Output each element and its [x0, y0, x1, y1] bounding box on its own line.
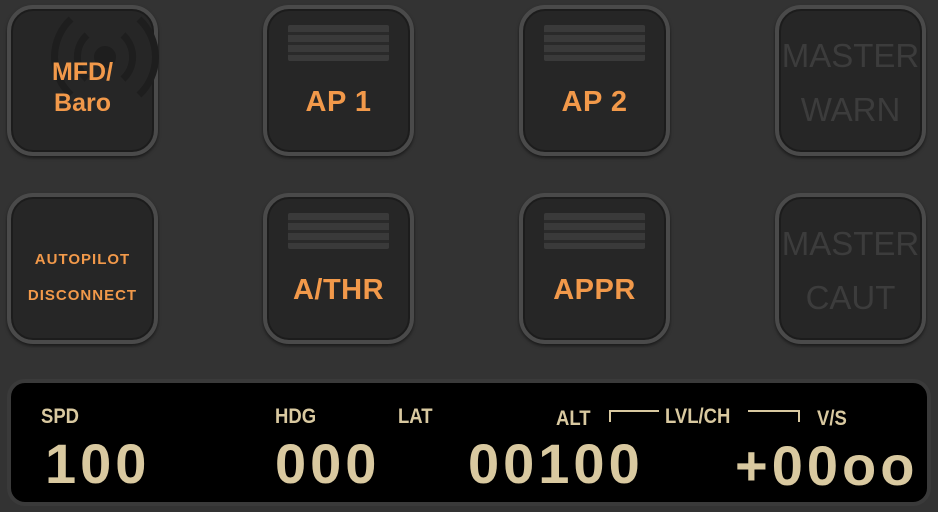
mfd-baro-label: MFD/ Baro	[11, 57, 154, 119]
appr-indicator-light	[544, 213, 645, 249]
spd-label: SPD	[41, 405, 80, 428]
lvlch-bracket-left	[609, 410, 659, 422]
appr-button[interactable]: APPR	[519, 193, 670, 344]
vs-label: V/S	[817, 407, 847, 430]
lat-label: LAT	[398, 405, 433, 428]
ap2-label: AP 2	[561, 86, 628, 118]
ap1-label: AP 1	[305, 86, 372, 118]
ap1-button[interactable]: AP 1	[263, 5, 414, 156]
spd-value: 100	[45, 432, 151, 495]
athr-indicator-light	[288, 213, 389, 249]
master-caut-label-line2: CAUT	[805, 279, 896, 316]
autopilot-disconnect-button[interactable]: AUTOPILOT DISCONNECT	[7, 193, 158, 344]
master-warn-button[interactable]: MASTER WARN	[775, 5, 926, 156]
mfd-baro-label-line2: Baro	[54, 89, 111, 117]
vs-value: +00oo	[735, 434, 919, 497]
ap1-indicator-light	[288, 25, 389, 61]
athr-button[interactable]: A/THR	[263, 193, 414, 344]
mfd-baro-button[interactable]: MFD/ Baro	[7, 5, 159, 156]
fcu-display: SPD 100 HDG LAT 000 ALT LVL/CH V/S 00100…	[7, 379, 931, 506]
autopilot-disconnect-label-line1: AUTOPILOT	[34, 251, 131, 268]
appr-label: APPR	[553, 274, 636, 306]
alt-value: 00100	[468, 432, 644, 495]
alt-label: ALT	[556, 407, 591, 430]
lvlch-bracket-right	[748, 410, 800, 422]
master-warn-label-line1: MASTER	[781, 37, 920, 74]
master-caut-button[interactable]: MASTER CAUT	[775, 193, 926, 344]
master-warn-label-line2: WARN	[800, 91, 901, 128]
lvlch-label: LVL/CH	[665, 405, 731, 428]
master-caut-label-line1: MASTER	[781, 225, 920, 262]
hdg-label: HDG	[275, 405, 317, 428]
master-warn-label: MASTER WARN	[779, 29, 922, 137]
autopilot-disconnect-label: AUTOPILOT DISCONNECT	[11, 242, 154, 314]
ap2-button[interactable]: AP 2	[519, 5, 670, 156]
mfd-baro-label-line1: MFD/	[51, 58, 114, 86]
athr-label: A/THR	[292, 274, 385, 306]
hdg-value: 000	[275, 432, 381, 495]
master-caut-label: MASTER CAUT	[779, 217, 922, 325]
autopilot-disconnect-label-line2: DISCONNECT	[27, 287, 138, 304]
ap2-indicator-light	[544, 25, 645, 61]
